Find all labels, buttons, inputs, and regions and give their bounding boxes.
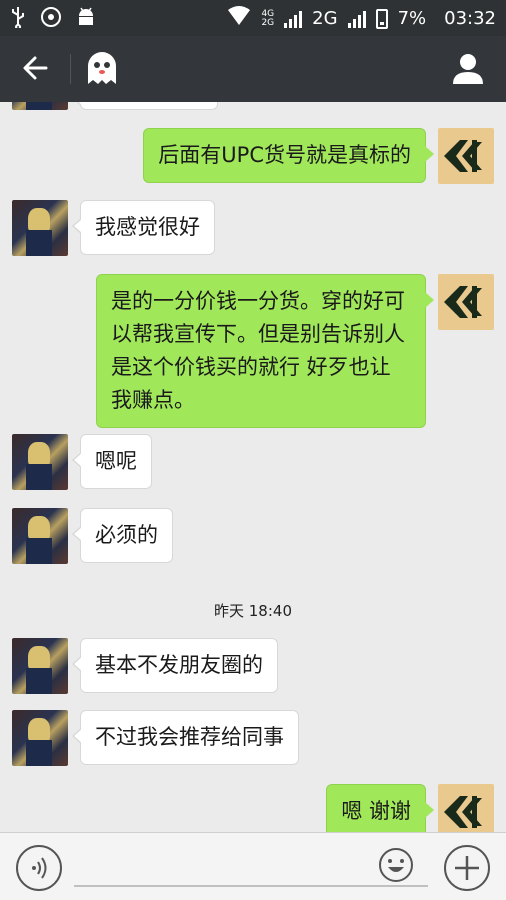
logo-k-icon xyxy=(444,286,482,318)
contact-avatar[interactable] xyxy=(12,200,68,256)
contact-avatar[interactable] xyxy=(12,638,68,694)
profile-button[interactable] xyxy=(450,50,486,86)
message-bubble-sent[interactable]: 嗯 谢谢 xyxy=(326,784,434,832)
chat-area[interactable]: 后面有UPC货号就是真标的 我感觉很好 是的一分价钱一分货。穿的好可以帮我宣传下… xyxy=(0,102,506,832)
message-bubble-partial[interactable] xyxy=(72,102,218,110)
message-text: 我感觉很好 xyxy=(95,215,200,239)
clock: 03:32 xyxy=(444,8,496,29)
network-type-small: 4G 2G xyxy=(261,8,275,28)
contact-avatar[interactable] xyxy=(12,102,68,110)
title-bar xyxy=(0,36,506,102)
message-text: 基本不发朋友圈的 xyxy=(95,653,263,677)
emoji-button[interactable] xyxy=(378,847,414,883)
voice-icon xyxy=(32,857,47,879)
input-bar xyxy=(0,832,506,900)
message-bubble-received[interactable]: 必须的 xyxy=(72,508,173,563)
message-text: 后面有UPC货号就是真标的 xyxy=(158,143,411,167)
logo-k-icon xyxy=(444,140,482,172)
message-text: 不过我会推荐给同事 xyxy=(95,725,284,749)
android-icon xyxy=(76,6,96,33)
arrow-left-icon xyxy=(23,56,48,80)
contact-avatar[interactable] xyxy=(12,508,68,564)
message-text: 嗯呢 xyxy=(95,449,137,473)
battery-level: 7% xyxy=(397,8,427,29)
back-button[interactable] xyxy=(18,50,54,86)
my-avatar[interactable] xyxy=(438,784,494,832)
message-bubble-sent[interactable]: 是的一分价钱一分货。穿的好可以帮我宣传下。但是别告诉别人是这个价钱买的就行 好歹… xyxy=(96,274,434,428)
my-avatar[interactable] xyxy=(438,128,494,184)
contact-avatar[interactable] xyxy=(12,710,68,766)
network-type: 2G xyxy=(312,8,338,29)
usb-icon xyxy=(10,6,26,33)
contact-avatar[interactable] xyxy=(12,434,68,490)
person-icon xyxy=(453,54,483,84)
plus-icon xyxy=(455,856,479,880)
status-icons-right: 4G 2G 2G 7% 03:32 xyxy=(227,6,496,31)
status-bar: 4G 2G 2G 7% 03:32 xyxy=(0,0,506,36)
message-bubble-sent[interactable]: 后面有UPC货号就是真标的 xyxy=(143,128,434,183)
status-icons-left xyxy=(10,6,96,33)
message-text: 嗯 谢谢 xyxy=(341,799,411,823)
music-icon xyxy=(40,6,62,33)
signal-icon xyxy=(284,10,303,28)
message-text: 是的一分价钱一分货。穿的好可以帮我宣传下。但是别告诉别人是这个价钱买的就行 好歹… xyxy=(111,289,405,412)
timestamp: 昨天 18:40 xyxy=(214,602,292,620)
message-bubble-received[interactable]: 我感觉很好 xyxy=(72,200,215,255)
message-bubble-received[interactable]: 基本不发朋友圈的 xyxy=(72,638,278,693)
battery-icon xyxy=(375,8,388,29)
message-bubble-received[interactable]: 嗯呢 xyxy=(72,434,152,489)
message-input[interactable] xyxy=(74,885,428,887)
my-avatar[interactable] xyxy=(438,274,494,330)
logo-k-icon xyxy=(444,796,482,828)
wifi-icon xyxy=(227,6,251,31)
more-button[interactable] xyxy=(444,845,490,891)
signal-icon-2 xyxy=(347,10,366,28)
message-text: 必须的 xyxy=(95,523,158,547)
emoji-icon xyxy=(379,848,413,882)
message-bubble-received[interactable]: 不过我会推荐给同事 xyxy=(72,710,299,765)
voice-button[interactable] xyxy=(16,845,62,891)
header-divider xyxy=(70,54,71,84)
ghost-icon[interactable] xyxy=(84,50,120,88)
